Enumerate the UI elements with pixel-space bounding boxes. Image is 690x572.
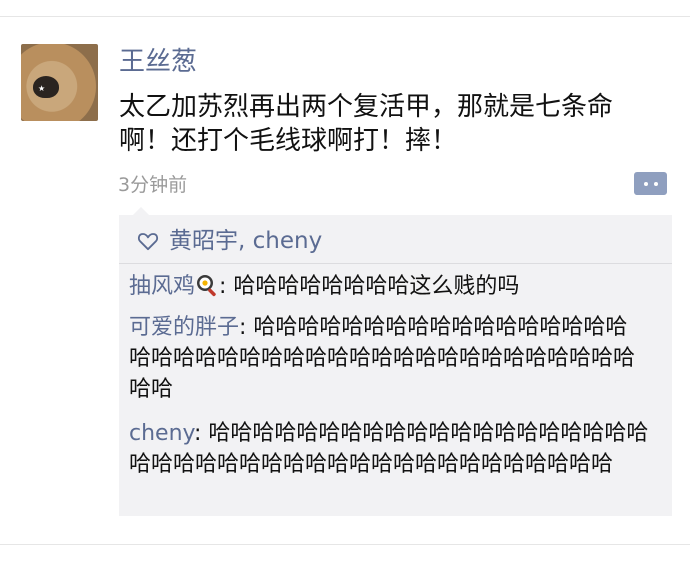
comment-author[interactable]: 抽风鸡: [129, 274, 195, 299]
frying-pan-egg-icon: [195, 273, 219, 297]
dot-icon: [653, 181, 658, 186]
post-timestamp: 3分钟前: [118, 174, 188, 196]
avatar[interactable]: ★: [21, 44, 98, 121]
comment-colon: :: [219, 274, 234, 299]
dot-icon: [643, 181, 648, 186]
comment-author[interactable]: cheny: [129, 421, 194, 446]
comment-colon: :: [193, 421, 209, 446]
likes-separator: [119, 263, 672, 264]
dog-nose-shape: [33, 76, 59, 98]
more-actions-button[interactable]: [634, 172, 667, 195]
comment-item[interactable]: 可爱的胖子: 哈哈哈哈哈哈哈哈哈哈哈哈哈哈哈哈哈哈哈哈哈哈哈哈哈哈哈哈哈哈哈哈哈…: [129, 312, 649, 405]
comment-author[interactable]: 可爱的胖子: [129, 315, 239, 340]
top-divider: [0, 16, 690, 17]
bottom-divider: [0, 544, 690, 545]
comment-text: 哈哈哈哈哈哈哈哈这么贱的吗: [233, 274, 520, 299]
likes-names[interactable]: 黄昭宇, cheny: [169, 227, 322, 255]
comment-item[interactable]: 抽风鸡: 哈哈哈哈哈哈哈哈这么贱的吗: [129, 271, 649, 302]
likes-row: 黄昭宇, cheny: [119, 226, 322, 256]
panel-caret: [133, 207, 149, 215]
post-author-name[interactable]: 王丝葱: [119, 47, 197, 77]
comment-colon: :: [239, 315, 254, 340]
heart-icon: [137, 233, 159, 251]
avatar-tag: ★: [38, 84, 46, 93]
comment-item[interactable]: cheny: 哈哈哈哈哈哈哈哈哈哈哈哈哈哈哈哈哈哈哈哈哈哈哈哈哈哈哈哈哈哈哈哈哈…: [129, 418, 649, 480]
post-text: 太乙加苏烈再出两个复活甲，那就是七条命啊！还打个毛线球啊打！摔！: [119, 92, 614, 156]
